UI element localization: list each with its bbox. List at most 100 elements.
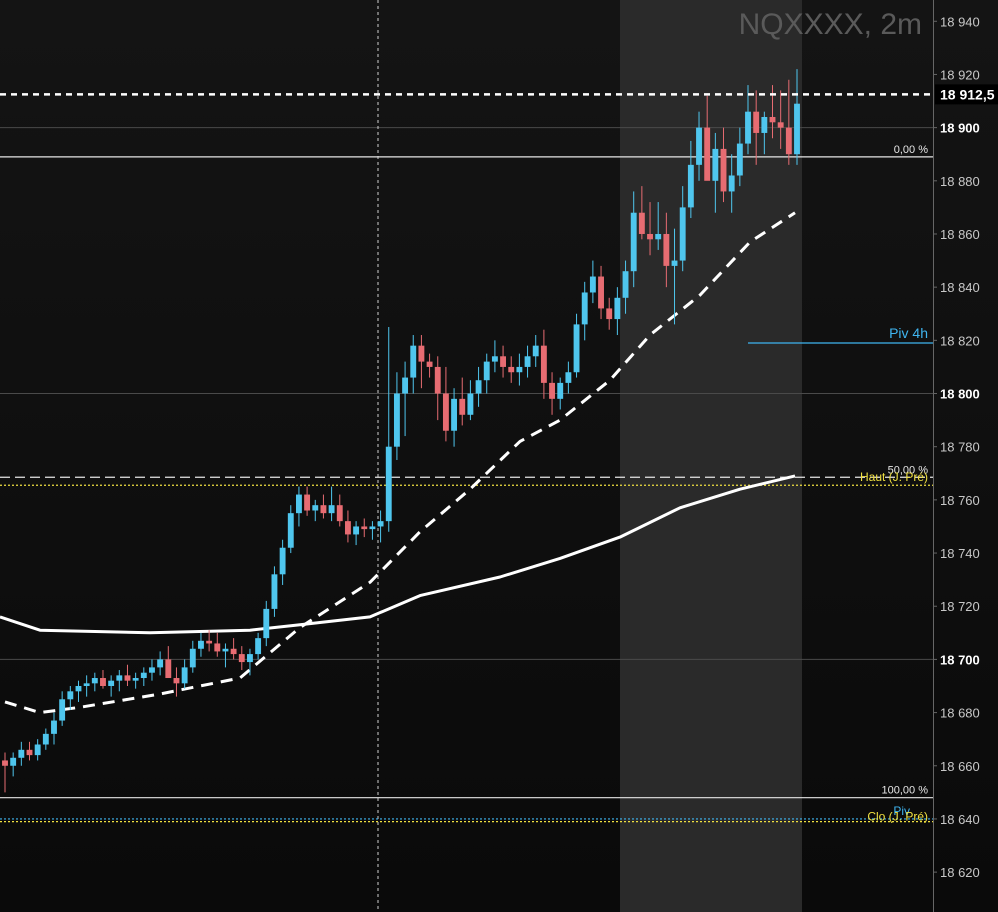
candle-body bbox=[459, 398, 466, 415]
candle-body bbox=[247, 654, 253, 663]
candle-body bbox=[402, 377, 409, 394]
chart: 0,00 % Piv 4h 50,00 % Haut (J. Pré) 100,00 %… bbox=[0, 0, 998, 912]
candle-body bbox=[434, 366, 441, 394]
chart-title: NQXXXX, 2m bbox=[739, 8, 922, 41]
candle-body bbox=[720, 148, 727, 192]
candle-body bbox=[377, 521, 384, 527]
y-tick-label: 18 800 bbox=[940, 387, 980, 402]
candle-body bbox=[361, 526, 368, 530]
candle-body bbox=[165, 659, 172, 679]
candle-body bbox=[385, 446, 392, 522]
candle-body bbox=[206, 640, 213, 644]
candle-body bbox=[42, 733, 49, 745]
y-tick-label: 18 680 bbox=[940, 706, 980, 721]
candle-body bbox=[655, 233, 662, 240]
candle-body bbox=[410, 345, 417, 378]
candle-body bbox=[181, 667, 188, 684]
candle-body bbox=[671, 260, 678, 266]
candle-body bbox=[271, 574, 278, 609]
level-label: 0,00 % bbox=[894, 144, 928, 156]
session-highlight-band bbox=[620, 0, 802, 912]
candle-body bbox=[794, 103, 800, 155]
candle-body bbox=[344, 521, 351, 535]
candle-body bbox=[728, 175, 735, 192]
candle-body bbox=[614, 297, 621, 320]
candle-body bbox=[336, 505, 343, 522]
candle-body bbox=[279, 547, 286, 575]
candle-body bbox=[500, 356, 507, 367]
candle-body bbox=[173, 678, 180, 684]
y-tick-label: 18 860 bbox=[940, 227, 980, 242]
candle-body bbox=[18, 749, 25, 758]
candle-body bbox=[426, 361, 433, 367]
candle-body bbox=[475, 380, 482, 394]
y-tick-label: 18 640 bbox=[940, 812, 980, 827]
candle-body bbox=[295, 494, 302, 514]
candle-body bbox=[508, 366, 515, 373]
candle-body bbox=[75, 685, 82, 692]
candle-body bbox=[393, 393, 400, 447]
candle-body bbox=[100, 678, 106, 686]
candle-body bbox=[761, 116, 768, 133]
candle-body bbox=[524, 356, 531, 367]
candle-body bbox=[214, 643, 221, 652]
candle-body bbox=[2, 760, 8, 766]
candle-body bbox=[753, 111, 760, 133]
candle-body bbox=[369, 526, 376, 530]
candle-body bbox=[516, 366, 523, 373]
candle-body bbox=[606, 308, 613, 320]
candle-body bbox=[540, 345, 547, 383]
candle-body bbox=[149, 667, 155, 673]
y-tick-label: 18 880 bbox=[940, 174, 980, 189]
candle-body bbox=[255, 638, 262, 655]
candle-body bbox=[67, 691, 74, 700]
candle-body bbox=[589, 276, 596, 293]
candle-body bbox=[91, 678, 98, 684]
y-tick-label: 18 760 bbox=[940, 493, 980, 508]
candle-body bbox=[230, 648, 237, 655]
level-label: Clo (J. Pré) bbox=[867, 810, 928, 824]
candle-body bbox=[785, 127, 792, 155]
candle-body bbox=[83, 683, 90, 686]
candle-body bbox=[581, 292, 588, 325]
candle-body bbox=[638, 212, 645, 234]
candle-body bbox=[353, 526, 360, 535]
candle-body bbox=[328, 505, 335, 514]
candle-body bbox=[59, 699, 66, 721]
candle-body bbox=[124, 675, 131, 681]
y-tick-label: 18 940 bbox=[940, 14, 980, 29]
candle-body bbox=[189, 648, 196, 668]
candle-body bbox=[745, 111, 751, 144]
y-tick-label: 18 780 bbox=[940, 440, 980, 455]
y-tick-label: 18 740 bbox=[940, 546, 980, 561]
candle-body bbox=[491, 356, 498, 362]
candle-body bbox=[418, 345, 425, 362]
candle-body bbox=[777, 122, 784, 128]
level-label: Haut (J. Pré) bbox=[860, 470, 928, 484]
candle-body bbox=[140, 672, 147, 679]
candle-body bbox=[622, 271, 629, 298]
candle-body bbox=[51, 720, 57, 734]
candle-body bbox=[712, 148, 719, 181]
y-tick-label: 18 700 bbox=[940, 652, 980, 667]
candle-body bbox=[238, 654, 245, 663]
y-tick-label: 18 900 bbox=[940, 121, 980, 136]
candle-body bbox=[679, 207, 686, 261]
candle-body bbox=[532, 345, 539, 357]
candle-body bbox=[687, 164, 694, 208]
level-label: Piv 4h bbox=[889, 325, 928, 341]
y-tick-label: 18 620 bbox=[940, 865, 980, 880]
candle-body bbox=[287, 513, 294, 548]
chart-svg: 0,00 %Piv 4h50,00 %Haut (J. Pré)100,00 %… bbox=[0, 0, 998, 912]
candle-body bbox=[557, 382, 564, 399]
level-label: 100,00 % bbox=[882, 785, 929, 797]
candle-body bbox=[132, 678, 139, 681]
y-tick-label: 18 820 bbox=[940, 333, 980, 348]
candle-body bbox=[442, 393, 449, 431]
candle-body bbox=[320, 505, 327, 514]
candle-body bbox=[263, 608, 270, 639]
current-price-label: 18 912,5 bbox=[940, 86, 995, 102]
candle-body bbox=[312, 505, 319, 511]
candle-body bbox=[549, 382, 555, 399]
candle-body bbox=[736, 143, 743, 176]
